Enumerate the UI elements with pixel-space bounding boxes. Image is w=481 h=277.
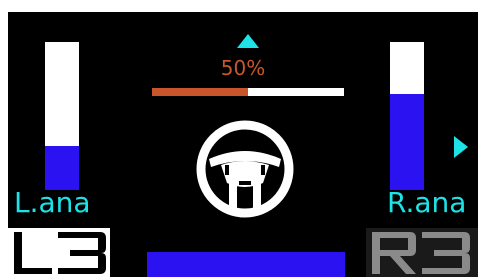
right-analog-bar	[390, 42, 424, 190]
r3-button[interactable]: R3	[366, 228, 478, 277]
steering-percent-text: 50%	[220, 56, 266, 80]
left-analog-bar	[45, 42, 79, 190]
r3-button-graphic	[366, 228, 478, 277]
steering-progress-fill	[152, 88, 248, 96]
l3-button-graphic	[8, 228, 110, 277]
bottom-status-bar	[147, 252, 345, 277]
l3-button[interactable]: L3	[8, 228, 110, 277]
left-analog-fill	[45, 145, 79, 190]
steering-wheel-icon	[195, 119, 295, 219]
controller-display: L.ana R.ana 50%	[8, 12, 478, 277]
left-analog-label: L.ana	[14, 186, 91, 219]
right-analog-label: R.ana	[387, 186, 467, 219]
device-frame: L.ana R.ana 50%	[0, 0, 481, 277]
arrow-up-icon[interactable]	[237, 34, 259, 48]
arrow-right-icon[interactable]	[454, 136, 468, 158]
steering-progress-bar	[152, 88, 344, 96]
right-analog-fill	[390, 93, 424, 190]
